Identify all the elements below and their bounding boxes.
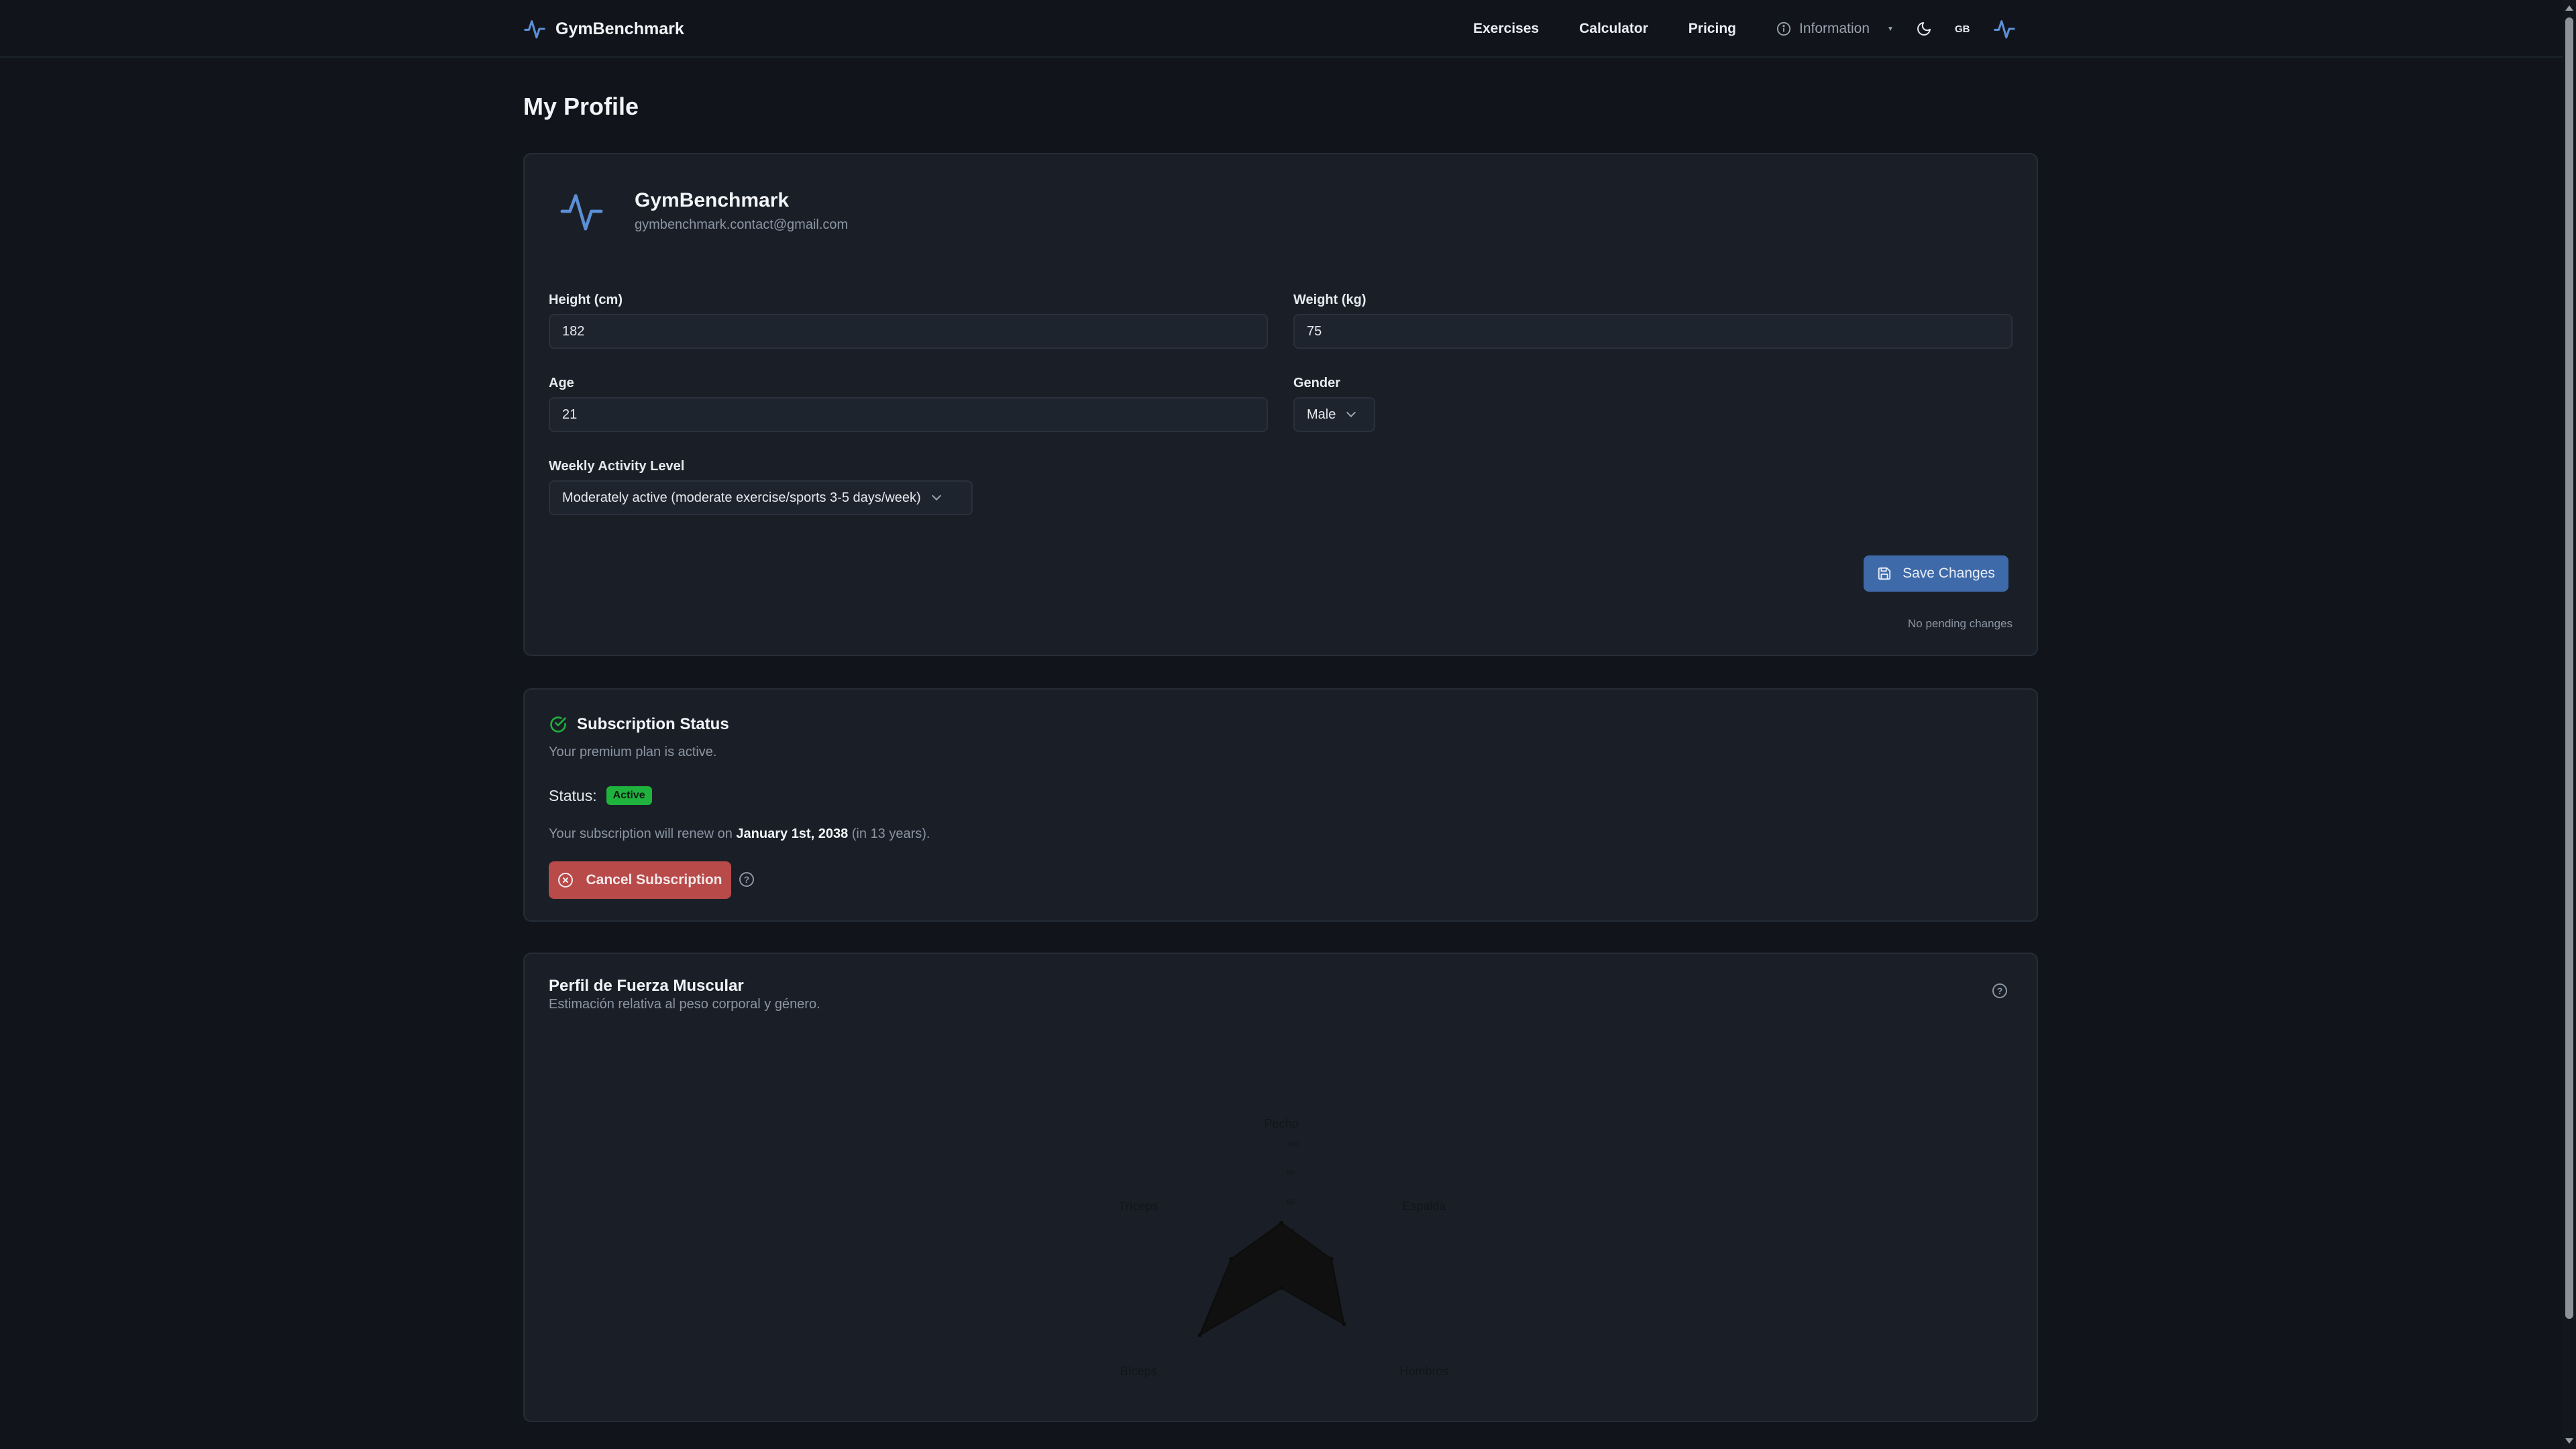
subscription-title: Subscription Status [577,715,729,733]
pulse-profile-icon[interactable] [1993,17,2016,40]
strength-profile-card: Perfil de Fuerza Muscular Estimación rel… [523,953,2038,1422]
activity-level-label: Weekly Activity Level [549,459,685,474]
info-icon [1776,21,1791,36]
radar-axis-label: Tríceps [1118,1199,1158,1213]
chevron-down-icon [931,490,941,501]
age-input[interactable] [549,397,1268,432]
height-input[interactable] [549,314,1268,349]
nav-link-calculator[interactable]: Calculator [1579,21,1648,37]
x-circle-icon [558,873,574,888]
weight-input[interactable] [1293,314,2012,349]
nav-links: Exercises Calculator Pricing Information… [1473,15,1894,43]
cancel-subscription-label: Cancel Subscription [586,872,722,888]
radar-data-point [1229,1256,1234,1261]
moon-icon[interactable] [1916,21,1932,37]
scroll-up-arrow[interactable] [2565,5,2573,11]
profile-email: gymbenchmark.contact@gmail.com [635,217,849,232]
cancel-help-icon[interactable]: ? [739,872,754,887]
status-badge: Active [606,786,652,805]
radar-axis-label: Hombros [1400,1364,1449,1378]
pulse-logo-icon [524,20,545,39]
subscription-status-row: Status: Active [549,786,652,805]
brand-logo-link[interactable]: GymBenchmark [523,15,684,43]
activity-level-select[interactable]: Moderately active (moderate exercise/spo… [549,480,973,515]
top-navbar: GymBenchmark Exercises Calculator Pricin… [0,0,2563,58]
profile-card: GymBenchmark gymbenchmark.contact@gmail.… [523,153,2038,656]
cancel-subscription-button[interactable]: Cancel Subscription [549,861,731,899]
gender-value: Male [1307,407,1336,422]
renewal-prefix: Your subscription will renew on [549,826,733,841]
caret-down-icon: ▼ [1887,25,1894,33]
radar-data-point [1279,1286,1283,1290]
language-selector[interactable]: GB [1955,23,1970,35]
renewal-suffix: (in 13 years). [851,826,930,841]
height-label: Height (cm) [549,292,623,307]
check-circle-icon [550,716,566,733]
nav-information-dropdown[interactable]: Information ▼ [1776,21,1894,37]
renewal-date: January 1st, 2038 [736,826,849,841]
radar-data-point [1329,1256,1334,1261]
subscription-header: Subscription Status [549,715,729,734]
nav-icons: GB [1916,15,2016,43]
radar-tick-label: 100 [1287,1140,1299,1148]
radar-tick-label: 80 [1287,1169,1295,1177]
radar-tick-label: 60 [1287,1198,1295,1206]
nav-link-exercises[interactable]: Exercises [1473,21,1539,37]
gender-label: Gender [1293,376,1341,390]
renewal-text: Your subscription will renew on January … [549,826,930,842]
weight-label: Weight (kg) [1293,292,1366,307]
radar-data-area [1198,1222,1345,1337]
page-scrollbar[interactable] [2563,0,2576,1449]
radar-data-point [1342,1322,1346,1326]
strength-radar-chart: PechoEspaldaHombrosPiernasBícepsTríceps2… [1118,1117,1449,1378]
scroll-thumb[interactable] [2565,17,2573,1319]
status-label: Status: [549,786,597,804]
subscription-description: Your premium plan is active. [549,745,717,759]
floppy-disk-icon [1878,567,1891,580]
radar-data-point [1279,1220,1283,1225]
chevron-down-icon [1346,407,1356,418]
gender-select[interactable]: Male [1293,397,1375,432]
scroll-down-arrow[interactable] [2565,1438,2573,1444]
profile-name: GymBenchmark [635,189,790,211]
subscription-card: Subscription Status Your premium plan is… [523,688,2038,922]
radar-axis-label: Bíceps [1120,1364,1157,1378]
save-changes-button[interactable]: Save Changes [1864,555,2008,592]
radar-axis-label: Espalda [1403,1199,1447,1213]
nav-link-pricing[interactable]: Pricing [1688,21,1736,37]
save-changes-label: Save Changes [1902,566,1995,581]
activity-level-value: Moderately active (moderate exercise/spo… [562,490,921,505]
pending-changes-text: No pending changes [1908,617,2012,630]
page-title: My Profile [523,93,639,120]
radar-axis-label: Pecho [1264,1117,1298,1130]
age-label: Age [549,376,574,390]
nav-information-label: Information [1799,21,1870,36]
pulse-avatar-icon [560,194,603,231]
radar-data-point [1197,1333,1202,1338]
brand-name: GymBenchmark [555,19,684,38]
